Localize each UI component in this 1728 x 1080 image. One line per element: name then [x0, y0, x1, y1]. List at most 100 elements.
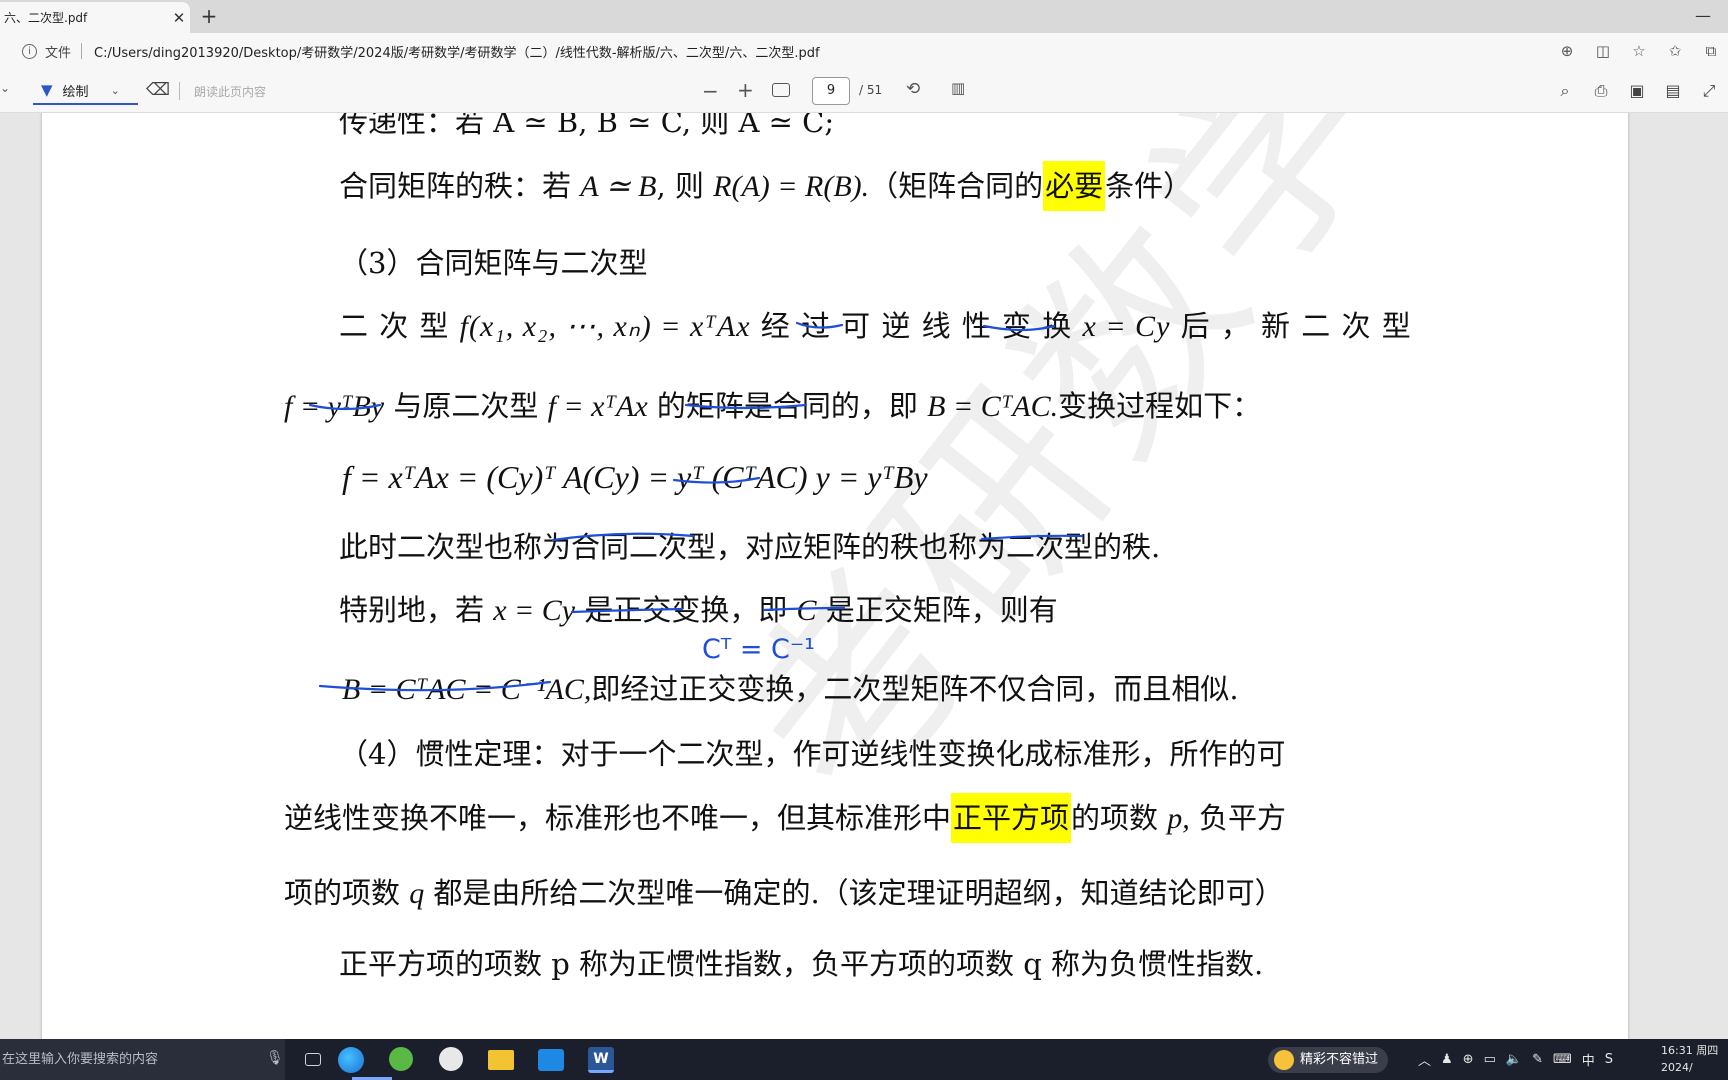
highlight: 正平方项: [951, 793, 1072, 843]
info-icon[interactable]: i: [22, 43, 37, 59]
news-widget-label: 精彩不容错过: [1300, 1052, 1379, 1067]
text: 二 次 型: [339, 309, 460, 343]
url-field[interactable]: C:/Users/ding2013920/Desktop/考研数学/2024版/…: [94, 42, 820, 61]
math: R(A) = R(B).: [713, 170, 870, 203]
photos-icon[interactable]: [538, 1049, 564, 1071]
file-scheme-label: 文件: [45, 45, 72, 61]
read-aloud-button[interactable]: 朗读此页内容: [194, 83, 266, 100]
browser-tab[interactable]: 六、二次型.pdf ✕: [0, 2, 190, 33]
text: 逆线性变换不唯一，标准形也不唯一，但其标准形中: [284, 801, 952, 835]
text: 是正交变换，即: [575, 593, 797, 627]
text-line-rank: 合同矩阵的秩：若 A ≃ B, 则 R(A) = R(B).（矩阵合同的必要条件…: [339, 161, 1193, 211]
paragraph-line: （4）惯性定理：对于一个二次型，作可逆线性变换化成标准形，所作的可: [339, 737, 1286, 771]
divider: [81, 43, 83, 59]
save-icon[interactable]: ▣: [1628, 77, 1646, 105]
sogou-icon[interactable]: S: [1605, 1052, 1613, 1067]
paragraph-line: 二 次 型 f(x₁, x₂, ⋯, xₙ) = xᵀAx 经 过 可 逆 线 …: [339, 303, 1412, 345]
divider: [179, 82, 180, 100]
math: B = CᵀAC.: [927, 390, 1059, 423]
save-as-icon[interactable]: ▤: [1664, 77, 1682, 105]
text: 项的项数: [284, 876, 410, 910]
clock-date: 2024/: [1661, 1061, 1693, 1074]
add-favorite-icon[interactable]: ☆: [1628, 42, 1650, 60]
file-explorer-icon[interactable]: [488, 1050, 514, 1070]
zoom-in-button[interactable]: +: [737, 78, 754, 102]
system-tray: ︿ ♟ ⊕ ▭ 🔈 ✎ ⌨ 中 S: [1418, 1039, 1613, 1080]
tray-app-icon[interactable]: ♟: [1441, 1052, 1453, 1067]
text: 合同矩阵的秩：若: [339, 169, 581, 203]
pdf-toolbar-right: ⌕ ⎙ ▣ ▤ ⤢: [1556, 77, 1718, 105]
rotate-icon[interactable]: ⟲: [906, 79, 920, 99]
new-tab-button[interactable]: +: [196, 3, 222, 29]
qq-icon[interactable]: [439, 1047, 463, 1071]
paragraph-line-partial: 正平方项的项数 p 称为正惯性指数，负平方项的项数 q 称为负惯性指数.: [339, 947, 1264, 981]
tab-title: 六、二次型.pdf: [4, 11, 88, 25]
math: f = xᵀAx: [547, 390, 648, 423]
volume-icon[interactable]: 🔈: [1506, 1052, 1522, 1067]
tab-bar: 六、二次型.pdf ✕ + —: [0, 0, 1728, 33]
paragraph-line: 项的项数 q 都是由所给二次型唯一确定的.（该定理证明超纲，知道结论即可）: [284, 870, 1284, 912]
favorites-icon[interactable]: ✩: [1664, 42, 1686, 60]
draw-label: 绘制: [62, 84, 89, 100]
draw-button[interactable]: ▼ 绘制 ⌄: [33, 77, 138, 105]
word-icon[interactable]: W: [588, 1047, 614, 1073]
pen-tray-icon[interactable]: ✎: [1532, 1052, 1543, 1067]
close-tab-icon[interactable]: ✕: [168, 9, 190, 27]
zoom-out-button[interactable]: −: [702, 79, 719, 103]
print-icon[interactable]: ⎙: [1592, 77, 1610, 105]
chevron-down-icon[interactable]: ⌄: [0, 81, 10, 95]
paragraph-line: 逆线性变换不唯一，标准形也不唯一，但其标准形中正平方项的项数 p, 负平方: [284, 793, 1286, 843]
paragraph-line: 特别地，若 x = Cy 是正交变换，即 C 是正交矩阵，则有: [339, 587, 1058, 629]
text: 的矩阵是合同的，即: [647, 389, 928, 423]
math: B = CᵀAC = C⁻¹AC,: [342, 673, 592, 706]
text-line-transitivity: 传递性：若 A ≃ B, B ≃ C, 则 A ≃ C;: [339, 113, 835, 139]
text: 后 ， 新 二 次 型: [1170, 309, 1412, 343]
clock-time: 16:31 周四: [1661, 1044, 1719, 1057]
fit-page-icon[interactable]: [772, 83, 790, 97]
math: f = yᵀBy: [284, 390, 385, 423]
search-icon[interactable]: ⌕: [1556, 77, 1574, 105]
split-screen-icon[interactable]: ◫: [1592, 42, 1614, 60]
taskbar-search-input[interactable]: 在这里输入你要搜索的内容: [0, 1039, 285, 1080]
edge-browser-icon[interactable]: [338, 1047, 364, 1073]
text: 即经过正交变换，二次型矩阵不仅合同，而且相似.: [591, 672, 1239, 706]
network-icon[interactable]: ▭: [1484, 1052, 1496, 1067]
360-browser-icon[interactable]: [389, 1047, 413, 1071]
eraser-icon[interactable]: ⌫: [146, 80, 170, 100]
text: 与原二次型: [384, 389, 548, 423]
fullscreen-icon[interactable]: ⤢: [1700, 77, 1718, 105]
news-widget[interactable]: 精彩不容错过: [1268, 1047, 1389, 1073]
text: , 则: [656, 169, 714, 203]
math: q: [409, 877, 425, 910]
text: 变换过程如下：: [1058, 389, 1262, 423]
section-heading: （3）合同矩阵与二次型: [339, 246, 648, 280]
text: （矩阵合同的: [869, 169, 1044, 203]
tray-plus-icon[interactable]: ⊕: [1463, 1052, 1474, 1067]
text: 负平方: [1189, 801, 1286, 835]
math: A ≃ B: [580, 170, 657, 203]
text: 都是由所给二次型唯一确定的.（该定理证明超纲，知道结论即可）: [424, 876, 1284, 910]
paragraph-line: B = CᵀAC = C⁻¹AC,即经过正交变换，二次型矩阵不仅合同，而且相似.: [342, 666, 1239, 708]
paragraph-line: f = yᵀBy 与原二次型 f = xᵀAx 的矩阵是合同的，即 B = Cᵀ…: [284, 383, 1261, 425]
page-number-input[interactable]: 9: [812, 77, 850, 105]
ime-indicator[interactable]: 中: [1582, 1050, 1595, 1069]
pdf-viewer[interactable]: 考研数学丁哥华 传递性：若 A ≃ B, B ≃ C, 则 A ≃ C; 合同矩…: [0, 113, 1728, 1039]
text: 的项数: [1071, 801, 1168, 835]
zoom-icon[interactable]: ⊕: [1556, 42, 1578, 60]
task-view-icon[interactable]: [305, 1053, 321, 1066]
pen-icon: ▼: [41, 81, 53, 99]
math: p,: [1167, 802, 1190, 835]
clock[interactable]: 16:31 周四 2024/: [1661, 1042, 1718, 1076]
page-view-icon[interactable]: ▥: [951, 79, 965, 97]
chevron-up-icon[interactable]: ︿: [1418, 1050, 1431, 1069]
page-total: / 51: [859, 83, 883, 97]
text: 条件）: [1105, 169, 1193, 203]
taskbar: 在这里输入你要搜索的内容 🎙 W 精彩不容错过 ︿ ♟ ⊕ ▭ 🔈 ✎ ⌨ 中 …: [0, 1039, 1728, 1080]
chevron-down-icon[interactable]: ⌄: [111, 84, 120, 97]
minimize-button[interactable]: —: [1688, 2, 1718, 30]
keyboard-icon[interactable]: ⌨: [1553, 1052, 1572, 1067]
collections-icon[interactable]: ⧉: [1700, 42, 1722, 60]
math: f(x₁, x₂, ⋯, xₙ) = xᵀAx: [459, 310, 751, 343]
microphone-icon[interactable]: 🎙: [266, 1050, 284, 1066]
text: 是正交矩阵，则有: [816, 593, 1058, 627]
